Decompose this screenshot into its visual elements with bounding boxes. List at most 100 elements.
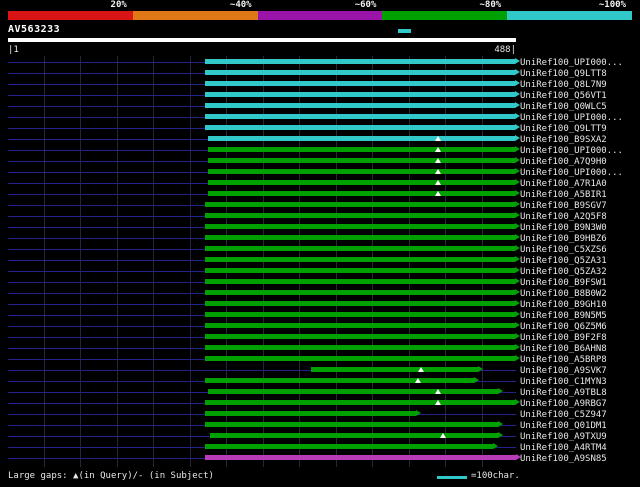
ruler-start-label: |1 <box>8 45 19 55</box>
hit-bar[interactable] <box>208 191 515 196</box>
hit-bar[interactable] <box>205 301 515 306</box>
hit-label[interactable]: UniRef100_A9SN85 <box>520 454 607 464</box>
hit-bar[interactable] <box>205 290 515 295</box>
hit-label[interactable]: UniRef100_UPI000... <box>520 113 623 123</box>
scale-label: =100char. <box>471 471 520 481</box>
hit-label[interactable]: UniRef100_Q9LTT9 <box>520 124 607 134</box>
hit-bar[interactable] <box>208 147 515 152</box>
hit-bar[interactable] <box>205 323 515 328</box>
hit-label[interactable]: UniRef100_B9FSW1 <box>520 278 607 288</box>
hit-label[interactable]: UniRef100_B9SXA2 <box>520 135 607 145</box>
hit-bar[interactable] <box>205 444 493 449</box>
hit-label[interactable]: UniRef100_Q8L7N9 <box>520 80 607 90</box>
hit-row: UniRef100_Q5ZA31 <box>0 255 640 266</box>
hit-label[interactable]: UniRef100_UPI000... <box>520 58 623 68</box>
hit-label[interactable]: UniRef100_A9TXU9 <box>520 432 607 442</box>
query-accession: AV563233 <box>8 24 61 35</box>
hit-label[interactable]: UniRef100_B9GH10 <box>520 300 607 310</box>
hit-bar[interactable] <box>205 81 515 86</box>
hit-bar[interactable] <box>208 169 515 174</box>
hit-label[interactable]: UniRef100_A7Q9H0 <box>520 157 607 167</box>
hit-bar[interactable] <box>310 367 479 372</box>
query-gap-marker <box>418 367 425 372</box>
hit-bar[interactable] <box>205 455 516 460</box>
gaps-legend-text: Large gaps: ▲(in Query)/- (in Subject) <box>8 471 214 481</box>
hit-label[interactable]: UniRef100_Q56VT1 <box>520 91 607 101</box>
hit-label[interactable]: UniRef100_C5XZS6 <box>520 245 607 255</box>
hit-bar[interactable] <box>205 202 515 207</box>
hit-bar[interactable] <box>205 345 515 350</box>
hit-label[interactable]: UniRef100_B9SGV7 <box>520 201 607 211</box>
hit-bar[interactable] <box>205 334 515 339</box>
hit-label[interactable]: UniRef100_B6AHN8 <box>520 344 607 354</box>
blast-overview-screen: 20% ~40% ~60% ~80% ~100% AV563233 |1 488| Un… <box>0 0 640 487</box>
hit-bar[interactable] <box>208 389 499 394</box>
hit-bar[interactable] <box>210 433 499 438</box>
legend-labels: 20% ~40% ~60% ~80% ~100% <box>8 1 632 10</box>
hit-row: UniRef100_A5BIR1 <box>0 189 640 200</box>
hit-bar[interactable] <box>205 279 515 284</box>
hit-label[interactable]: UniRef100_Q9LTT8 <box>520 69 607 79</box>
hit-bar[interactable] <box>205 235 515 240</box>
hit-label[interactable]: UniRef100_Q0WLC5 <box>520 102 607 112</box>
hit-bar[interactable] <box>205 92 515 97</box>
legend-segment <box>132 11 258 20</box>
hit-label[interactable]: UniRef100_Q5ZA32 <box>520 267 607 277</box>
legend-label: 20% <box>110 0 127 10</box>
hit-row: UniRef100_A7Q9H0 <box>0 156 640 167</box>
query-gap-marker <box>434 136 441 141</box>
hit-bar[interactable] <box>205 70 515 75</box>
hit-label[interactable]: UniRef100_A2Q5F8 <box>520 212 607 222</box>
hit-label[interactable]: UniRef100_A9RBG7 <box>520 399 607 409</box>
hit-label[interactable]: UniRef100_B9N5M5 <box>520 311 607 321</box>
hit-bar[interactable] <box>205 312 515 317</box>
hit-label[interactable]: UniRef100_B9F2F8 <box>520 333 607 343</box>
hit-row: UniRef100_Q01DM1 <box>0 420 640 431</box>
hit-bar-arrowhead <box>498 421 504 427</box>
hit-bar[interactable] <box>205 422 499 427</box>
hit-label[interactable]: UniRef100_C1MYN3 <box>520 377 607 387</box>
hit-bar[interactable] <box>208 180 515 185</box>
hit-bar[interactable] <box>208 136 515 141</box>
hit-label[interactable]: UniRef100_B9N3W0 <box>520 223 607 233</box>
hit-row: UniRef100_B9N3W0 <box>0 222 640 233</box>
hit-label[interactable]: UniRef100_Q01DM1 <box>520 421 607 431</box>
hit-label[interactable]: UniRef100_Q5ZA31 <box>520 256 607 266</box>
hit-bar[interactable] <box>205 224 515 229</box>
hit-bar[interactable] <box>205 356 515 361</box>
hit-label[interactable]: UniRef100_A7R1A0 <box>520 179 607 189</box>
hit-label[interactable]: UniRef100_A5BRP8 <box>520 355 607 365</box>
hit-label[interactable]: UniRef100_C5Z947 <box>520 410 607 420</box>
hit-bar[interactable] <box>205 246 515 251</box>
legend-label: ~100% <box>598 0 626 10</box>
hit-row: UniRef100_UPI000... <box>0 167 640 178</box>
hit-row: UniRef100_A2Q5F8 <box>0 211 640 222</box>
hit-bar[interactable] <box>205 59 515 64</box>
hit-bar[interactable] <box>205 411 416 416</box>
hit-label[interactable]: UniRef100_UPI000... <box>520 146 623 156</box>
hit-label[interactable]: UniRef100_A9TBL8 <box>520 388 607 398</box>
hit-row: UniRef100_C1MYN3 <box>0 376 640 387</box>
hit-bar[interactable] <box>205 268 515 273</box>
hit-label[interactable]: UniRef100_Q6Z5M6 <box>520 322 607 332</box>
hit-bar[interactable] <box>205 114 515 119</box>
hit-bar-arrowhead <box>415 410 421 416</box>
hit-label[interactable]: UniRef100_B8B0W2 <box>520 289 607 299</box>
hit-label[interactable]: UniRef100_UPI000... <box>520 168 623 178</box>
hit-bar[interactable] <box>205 213 515 218</box>
hit-row: UniRef100_A9RBG7 <box>0 398 640 409</box>
hit-bar[interactable] <box>205 257 515 262</box>
query-gap-marker <box>434 191 441 196</box>
hit-row: UniRef100_A9TXU9 <box>0 431 640 442</box>
hit-row: UniRef100_Q8L7N9 <box>0 79 640 90</box>
hit-bar[interactable] <box>205 378 475 383</box>
hit-bar[interactable] <box>205 125 515 130</box>
hit-label[interactable]: UniRef100_A5BIR1 <box>520 190 607 200</box>
hit-bar[interactable] <box>208 158 515 163</box>
hit-bar[interactable] <box>205 400 515 405</box>
hit-row: UniRef100_C5Z947 <box>0 409 640 420</box>
hit-label[interactable]: UniRef100_B9HBZ6 <box>520 234 607 244</box>
hit-bar[interactable] <box>205 103 515 108</box>
hit-label[interactable]: UniRef100_A4RTM4 <box>520 443 607 453</box>
hit-label[interactable]: UniRef100_A9SVK7 <box>520 366 607 376</box>
